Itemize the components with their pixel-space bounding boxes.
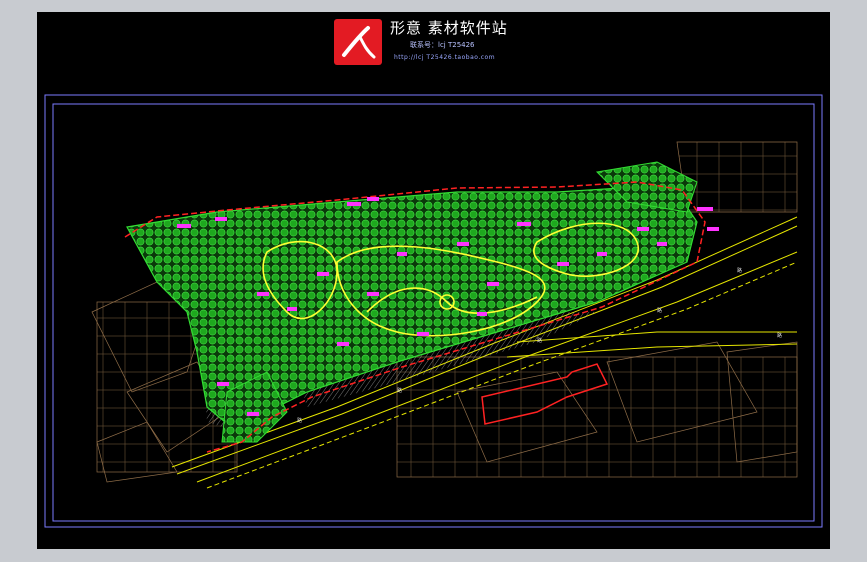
cad-viewport[interactable]: 形意 素材软件站 联系号：lcj T25426 http://lcj T2542… xyxy=(37,12,830,549)
road-label: 路 xyxy=(397,387,402,394)
site-plan-drawing[interactable]: 路 路 路 路 路 路 xyxy=(37,12,830,549)
road-label: 路 xyxy=(297,417,302,424)
road-label: 路 xyxy=(537,337,542,344)
road-label: 路 xyxy=(777,332,782,339)
road-label: 路 xyxy=(657,307,662,314)
road-label: 路 xyxy=(737,267,742,274)
